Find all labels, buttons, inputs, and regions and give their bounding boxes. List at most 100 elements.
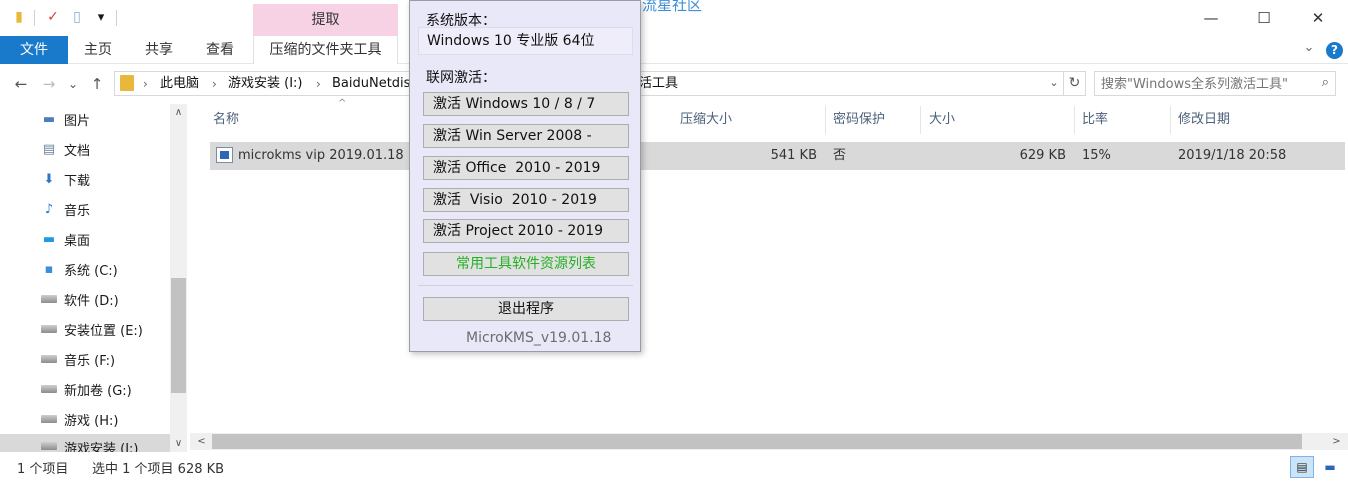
sort-ascending-icon: ^ <box>338 98 347 109</box>
refresh-icon[interactable]: ↻ <box>1064 71 1086 96</box>
sidebar-item-label: 游戏 (H:) <box>64 413 119 429</box>
sidebar-scroll-thumb[interactable] <box>171 278 186 393</box>
sidebar-item[interactable]: ♪ 音乐 <box>0 194 170 224</box>
sidebar-item-label: 新加卷 (G:) <box>64 383 132 399</box>
sidebar-item[interactable]: 音乐 (F:) <box>0 344 170 374</box>
pictures-icon: ▬ <box>42 111 56 127</box>
microkms-dialog: 系统版本： Windows 10 专业版 64位 联网激活： 激活 Window… <box>409 0 641 352</box>
exit-program-button[interactable]: 退出程序 <box>423 297 629 321</box>
sidebar-item-label: 音乐 <box>64 203 91 219</box>
forward-icon[interactable]: → <box>38 74 60 94</box>
search-input[interactable] <box>1101 75 1306 93</box>
column-header-compressed-size[interactable]: 压缩大小 <box>680 104 732 136</box>
tab-home[interactable]: 主页 <box>72 36 124 64</box>
sidebar-item-label: 桌面 <box>64 233 91 249</box>
executable-file-icon <box>216 147 233 163</box>
properties-icon[interactable]: ✓ <box>44 8 62 26</box>
breadcrumb-separator[interactable]: › <box>212 75 217 93</box>
sidebar-item[interactable]: 软件 (D:) <box>0 284 170 314</box>
sidebar-item[interactable]: 游戏 (H:) <box>0 404 170 434</box>
sidebar-item[interactable]: ▬ 桌面 <box>0 224 170 254</box>
sidebar-item-label: 软件 (D:) <box>64 293 119 309</box>
file-name[interactable]: microkms vip 2019.01.18 <box>238 142 404 170</box>
help-icon[interactable]: ? <box>1326 42 1343 59</box>
recent-locations-icon[interactable]: ⌄ <box>62 74 84 94</box>
file-password-protected: 否 <box>833 148 847 163</box>
breadcrumb-baidunetdisk[interactable]: BaiduNetdis <box>332 75 409 93</box>
address-dropdown-icon[interactable]: ⌄ <box>1046 74 1062 92</box>
scroll-right-icon[interactable]: > <box>1328 433 1345 450</box>
close-icon[interactable]: ✕ <box>1295 0 1341 36</box>
breadcrumb-this-pc[interactable]: 此电脑 <box>160 75 199 93</box>
sidebar-item[interactable]: 安装位置 (E:) <box>0 314 170 344</box>
sidebar-item[interactable]: 游戏安装 (I:) <box>0 434 170 452</box>
drive-icon <box>40 381 58 397</box>
column-header-name[interactable]: 名称 <box>213 104 239 136</box>
system-version-value: Windows 10 专业版 64位 <box>418 27 633 55</box>
sidebar-scroll-down-icon[interactable]: ∨ <box>170 435 187 452</box>
back-icon[interactable]: ← <box>10 74 32 94</box>
sidebar-item-label: 图片 <box>64 113 91 129</box>
activate-office-button[interactable]: 激活 Office 2010 - 2019 <box>423 156 629 180</box>
version-footer: MicroKMS_v19.01.18 <box>466 330 612 346</box>
extract-context-tab[interactable]: 提取 <box>253 4 398 36</box>
column-divider[interactable] <box>825 106 826 134</box>
sidebar-item-label: 音乐 (F:) <box>64 353 116 369</box>
activate-project-button[interactable]: 激活 Project 2010 - 2019 <box>423 219 629 243</box>
activate-windows-button[interactable]: 激活 Windows 10 / 8 / 7 <box>423 92 629 116</box>
up-icon[interactable]: ↑ <box>86 74 108 94</box>
activate-visio-button[interactable]: 激活 Visio 2010 - 2019 <box>423 188 629 212</box>
address-folder-icon <box>120 75 134 91</box>
horizontal-scroll-thumb[interactable] <box>212 434 1302 449</box>
sidebar-item[interactable]: ▤ 文档 <box>0 134 170 164</box>
column-divider[interactable] <box>920 106 921 134</box>
drive-icon <box>40 411 58 427</box>
sidebar-item-label: 下载 <box>64 173 91 189</box>
sidebar-item[interactable]: ▪ 系统 (C:) <box>0 254 170 284</box>
maximize-icon[interactable]: ☐ <box>1241 0 1287 36</box>
file-size: 629 KB <box>1019 148 1066 163</box>
system-drive-icon: ▪ <box>44 261 54 277</box>
sidebar-item[interactable]: 新加卷 (G:) <box>0 374 170 404</box>
column-divider[interactable] <box>1170 106 1171 134</box>
tab-view[interactable]: 查看 <box>194 36 246 64</box>
qat-separator <box>116 10 117 26</box>
activate-win-server-button[interactable]: 激活 Win Server 2008 - <box>423 124 629 148</box>
watermark-text: 流星社区 <box>642 0 703 14</box>
breadcrumb-separator[interactable]: › <box>143 75 148 93</box>
column-header-modified[interactable]: 修改日期 <box>1178 104 1230 136</box>
file-modified: 2019/1/18 20:58 <box>1178 148 1287 163</box>
column-header-ratio[interactable]: 比率 <box>1082 104 1108 136</box>
breadcrumb-current-folder[interactable]: 活工具 <box>639 75 678 93</box>
search-box[interactable]: ⌕ <box>1094 71 1336 96</box>
sidebar-item[interactable]: ▬ 图片 <box>0 104 170 134</box>
sidebar-item-label: 安装位置 (E:) <box>64 323 143 339</box>
documents-icon: ▤ <box>42 141 56 157</box>
tab-compressed-folder-tools[interactable]: 压缩的文件夹工具 <box>253 36 398 64</box>
tab-file[interactable]: 文件 <box>0 36 68 64</box>
qat-dropdown-icon[interactable]: ▾ <box>92 8 110 26</box>
column-header-size[interactable]: 大小 <box>929 104 955 136</box>
breadcrumb-separator[interactable]: › <box>316 75 321 93</box>
dialog-divider <box>418 285 633 286</box>
sidebar-item[interactable]: ⬇ 下载 <box>0 164 170 194</box>
scroll-left-icon[interactable]: < <box>193 433 210 450</box>
search-icon[interactable]: ⌕ <box>1322 75 1329 90</box>
online-activation-label: 联网激活： <box>426 70 496 86</box>
breadcrumb-drive-i[interactable]: 游戏安装 (I:) <box>228 75 303 93</box>
column-divider[interactable] <box>1074 106 1075 134</box>
desktop-icon: ▬ <box>42 231 56 247</box>
status-item-count: 1 个项目 <box>17 462 69 477</box>
drive-icon <box>40 321 58 337</box>
details-view-icon[interactable]: ▤ <box>1290 456 1314 478</box>
large-icons-view-icon[interactable]: ▬ <box>1318 456 1342 478</box>
minimize-icon[interactable]: — <box>1188 0 1234 36</box>
file-compressed-size: 541 KB <box>770 148 817 163</box>
ribbon-expand-icon[interactable]: ⌄ <box>1300 40 1318 60</box>
column-header-password[interactable]: 密码保护 <box>833 104 885 136</box>
sidebar-item-label: 文档 <box>64 143 91 159</box>
tool-resources-button[interactable]: 常用工具软件资源列表 <box>423 252 629 276</box>
new-folder-icon[interactable]: ▯ <box>68 8 86 26</box>
tab-share[interactable]: 共享 <box>133 36 185 64</box>
sidebar-scroll-up-icon[interactable]: ∧ <box>170 104 187 121</box>
